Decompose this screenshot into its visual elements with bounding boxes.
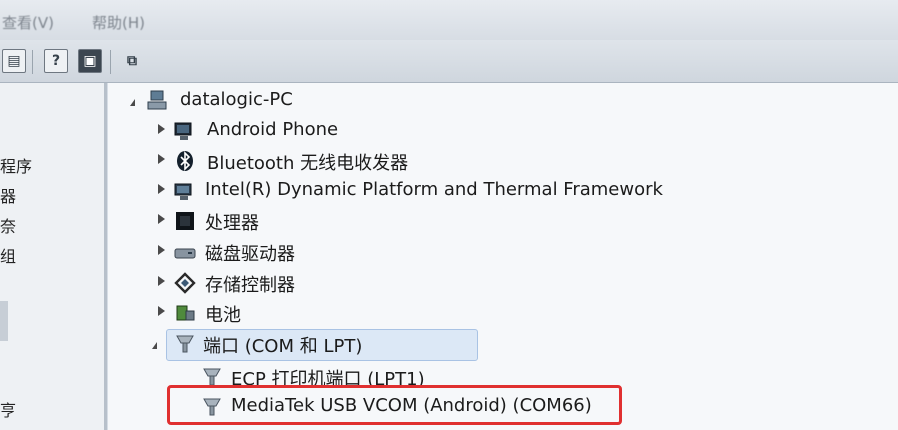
- toolbar: ▤ ? ▣ ⧉: [0, 40, 898, 83]
- tree-item-processors[interactable]: 处理器: [108, 206, 898, 236]
- menu-help[interactable]: 帮助(H): [92, 12, 145, 33]
- category-label: 电池: [205, 305, 241, 326]
- left-pane-item[interactable]: 器: [0, 183, 16, 207]
- system-devices-icon: [174, 183, 192, 200]
- show-hide-console-tree-icon[interactable]: ▤: [2, 49, 26, 73]
- menu-bar: 查看(V) 帮助(H): [0, 0, 898, 40]
- expand-arrow-icon[interactable]: [158, 124, 165, 134]
- category-label: Android Phone: [207, 119, 339, 140]
- category-label: Intel(R) Dynamic Platform and Thermal Fr…: [205, 179, 663, 200]
- category-label: 处理器: [205, 213, 259, 234]
- battery-icon: [176, 305, 195, 321]
- disk-drive-icon: [174, 248, 196, 259]
- expand-arrow-icon[interactable]: [158, 245, 165, 255]
- category-label: 端口 (COM 和 LPT): [203, 336, 363, 357]
- tree-item-ports[interactable]: 端口 (COM 和 LPT): [108, 329, 898, 361]
- collapse-arrow-icon[interactable]: [130, 99, 135, 106]
- tree-item-android-phone[interactable]: Android Phone: [108, 116, 898, 146]
- collapse-arrow-icon[interactable]: [152, 342, 157, 349]
- computer-name: datalogic-PC: [180, 89, 293, 110]
- left-pane-scrollbar[interactable]: [0, 301, 8, 341]
- left-pane-item[interactable]: 奈: [0, 213, 16, 237]
- tree-item-intel-dptf[interactable]: Intel(R) Dynamic Platform and Thermal Fr…: [108, 176, 898, 206]
- menu-view[interactable]: 查看(V): [2, 12, 54, 33]
- toolbar-separator: [32, 50, 33, 74]
- tree-item-batteries[interactable]: 电池: [108, 298, 898, 328]
- red-annotation-box: [167, 385, 622, 425]
- expand-arrow-icon[interactable]: [158, 154, 165, 164]
- scan-hardware-icon[interactable]: ⧉: [120, 49, 144, 73]
- tree-item-storage-controllers[interactable]: 存储控制器: [108, 268, 898, 298]
- category-label: Bluetooth 无线电收发器: [207, 153, 409, 174]
- expand-arrow-icon[interactable]: [158, 276, 165, 286]
- help-icon[interactable]: ?: [44, 49, 68, 73]
- expand-arrow-icon[interactable]: [158, 184, 165, 194]
- toolbar-separator: [110, 50, 111, 74]
- expand-arrow-icon[interactable]: [158, 306, 165, 316]
- category-label: 磁盘驱动器: [205, 244, 295, 265]
- properties-icon[interactable]: ▣: [78, 49, 102, 73]
- expand-arrow-icon[interactable]: [158, 214, 165, 224]
- device-tree: datalogic-PC Android Phone Bluetooth 无线电…: [108, 83, 898, 430]
- left-pane-item[interactable]: 组: [0, 243, 16, 267]
- bluetooth-icon: [177, 151, 193, 171]
- tree-item-bluetooth[interactable]: Bluetooth 无线电收发器: [108, 146, 898, 176]
- category-label: 存储控制器: [205, 275, 295, 296]
- port-icon: [176, 335, 194, 353]
- storage-controller-icon: [174, 272, 196, 294]
- processor-icon: [176, 212, 194, 230]
- phone-icon: [174, 122, 192, 140]
- tree-root[interactable]: datalogic-PC: [108, 86, 898, 116]
- tree-item-disk-drives[interactable]: 磁盘驱动器: [108, 237, 898, 267]
- left-pane-item[interactable]: 程序: [0, 153, 32, 177]
- left-pane-item[interactable]: 亨: [0, 397, 16, 421]
- left-pane: 程序 器 奈 组 亨: [0, 83, 107, 430]
- computer-icon: [147, 90, 167, 110]
